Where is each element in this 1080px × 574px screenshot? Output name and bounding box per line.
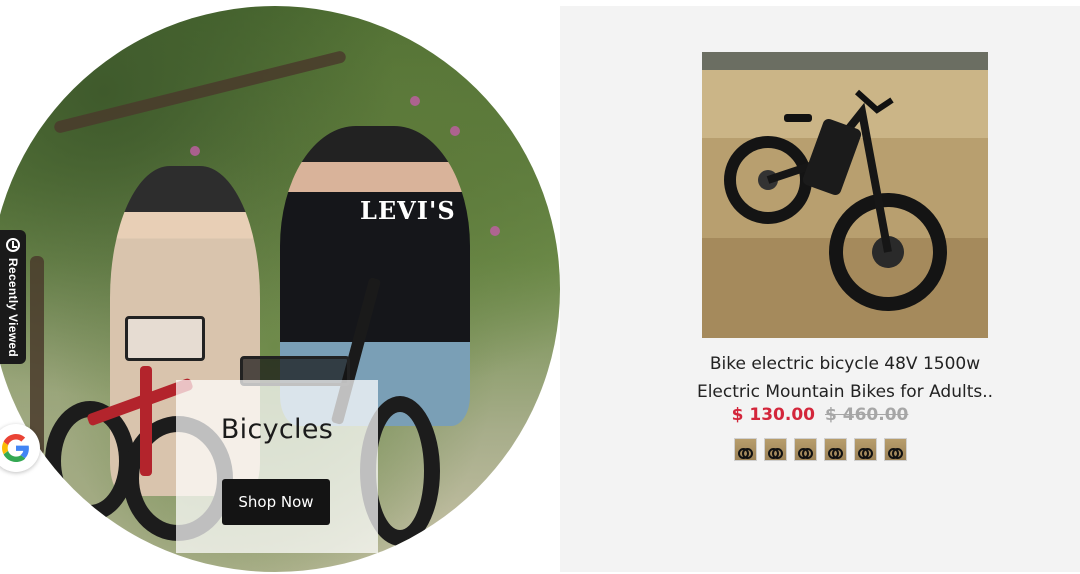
recently-viewed-label: Recently Viewed [6,258,20,357]
category-title: Bicycles [220,414,334,445]
category-card: Bicycles Shop Now [176,380,378,553]
price-row: $ 130.00 $ 460.00 [560,405,1080,425]
tree-branch [53,49,347,135]
recently-viewed-tab[interactable]: Recently Viewed [0,230,26,364]
product-image[interactable] [702,52,988,338]
google-badge[interactable] [0,424,40,472]
electric-bike-illustration [702,52,988,311]
shop-now-button[interactable]: Shop Now [222,479,330,525]
product-thumbnail[interactable] [733,438,757,461]
flower [410,96,420,106]
product-thumbnail[interactable] [883,438,907,461]
google-g-icon [2,434,29,462]
recent-eye-icon [6,238,20,252]
tree-trunk [30,256,44,456]
product-thumbnail[interactable] [793,438,817,461]
product-title[interactable]: Bike electric bicycle 48V 1500w Electric… [690,350,1000,406]
page: LEVI'S Bicycles Shop Now Recently Viewed [0,0,1080,574]
bike-frame [140,366,152,476]
product-title-line-1: Bike electric bicycle 48V 1500w [709,354,981,374]
product-thumbnail[interactable] [853,438,877,461]
product-card[interactable]: Bike electric bicycle 48V 1500w Electric… [560,6,1080,572]
hoodie-print: LEVI'S [360,196,456,225]
thumbnail-strip [560,438,1080,461]
product-thumbnail[interactable] [763,438,787,461]
bike-basket [125,316,205,361]
flower [450,126,460,136]
flower [490,226,500,236]
product-thumbnail[interactable] [823,438,847,461]
flower [190,146,200,156]
sale-price: $ 130.00 [731,405,815,425]
regular-price: $ 460.00 [825,405,909,425]
product-title-line-2: Electric Mountain Bikes for Adults.. [696,382,994,402]
